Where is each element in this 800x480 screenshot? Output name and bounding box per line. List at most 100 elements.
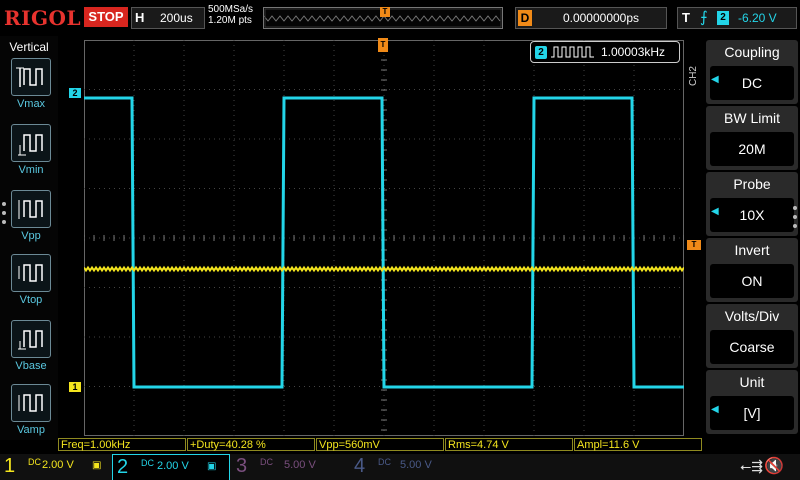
- delay-label: D: [518, 10, 532, 26]
- vertical-measure-panel: Vertical Vmax Vmin Vpp Vtop Vbase Vamp: [0, 36, 58, 440]
- channel-menu: Coupling DC ◀ BW Limit 20M Probe 10X ◀ I…: [704, 36, 800, 440]
- measure-label: Vbase: [15, 360, 47, 372]
- usb-icon: ⭠⇶: [740, 458, 763, 474]
- channel-coupling: DC: [260, 457, 273, 467]
- menu-value: 20M: [710, 132, 794, 166]
- channel-number: 4: [354, 455, 366, 477]
- rising-edge-icon: ⨍: [700, 9, 708, 26]
- trigger-level: -6.20 V: [738, 11, 777, 25]
- ch2-offset-marker[interactable]: 2: [69, 88, 81, 98]
- delay-value: 0.00000000ps: [562, 11, 640, 25]
- trigger-source: 2: [717, 11, 729, 25]
- brand-logo: RIGOL: [4, 6, 82, 30]
- counter-channel: 2: [535, 46, 547, 59]
- menu-unit[interactable]: Unit [V] ◀: [706, 370, 798, 434]
- measurement-results: Freq=1.00kHz +Duty=40.28 % Vpp=560mV Rms…: [58, 438, 704, 452]
- ch1-offset-marker[interactable]: 1: [69, 382, 81, 392]
- vamp-icon: [11, 384, 51, 422]
- channel-scale: 5.00 V: [284, 459, 316, 471]
- channel-2-status[interactable]: 2 DC 2.00 V ▣: [112, 454, 230, 480]
- channel-coupling: DC: [141, 458, 154, 468]
- channel-scale: 5.00 V: [400, 459, 432, 471]
- measure-vpp[interactable]: Vpp: [11, 190, 51, 242]
- horizontal-timebase-box[interactable]: H 200us: [131, 7, 205, 29]
- vmax-icon: [11, 58, 51, 96]
- vpp-icon: [11, 190, 51, 228]
- menu-title: Unit: [739, 374, 765, 390]
- channel-scale: 2.00 V: [157, 460, 189, 472]
- channel-coupling: DC: [378, 457, 391, 467]
- menu-channel-tag: CH2: [688, 66, 699, 87]
- delay-box[interactable]: D 0.00000000ps: [515, 7, 667, 29]
- menu-value: ON: [710, 264, 794, 298]
- measure-label: Vpp: [21, 230, 41, 242]
- horizontal-label: H: [135, 10, 145, 25]
- trigger-label: T: [682, 10, 690, 25]
- menu-probe[interactable]: Probe 10X ◀: [706, 172, 798, 236]
- channel-number: 3: [236, 455, 248, 477]
- menu-invert[interactable]: Invert ON: [706, 238, 798, 302]
- channel-1-status[interactable]: 1 DC 2.00 V ▣: [0, 454, 112, 480]
- measure-label: Vmin: [18, 164, 44, 176]
- left-arrow-icon: ◀: [711, 206, 719, 217]
- menu-title: Volts/Div: [724, 308, 780, 324]
- vmin-icon: [11, 124, 51, 162]
- left-arrow-icon: ◀: [711, 74, 719, 85]
- measure-result[interactable]: Rms=4.74 V: [445, 438, 573, 451]
- speaker-muted-icon[interactable]: 🔇: [764, 456, 784, 476]
- menu-title: Coupling: [724, 44, 780, 60]
- measure-vmin[interactable]: Vmin: [11, 124, 51, 176]
- vtop-icon: [11, 254, 51, 292]
- menu-value: Coarse: [710, 330, 794, 364]
- menu-title: Invert: [734, 242, 770, 258]
- channel-number: 2: [117, 456, 129, 478]
- trigger-box[interactable]: T ⨍ 2 -6.20 V: [677, 7, 797, 29]
- menu-value: [V]: [710, 396, 794, 430]
- measure-label: Vmax: [16, 98, 46, 110]
- channel-number: 1: [4, 455, 16, 477]
- frequency-counter: 2 1.00003kHz: [530, 41, 680, 63]
- run-stop-indicator[interactable]: STOP: [84, 7, 128, 27]
- top-status-bar: RIGOL STOP H 200us 500MSa/s 1.20M pts T …: [0, 0, 800, 36]
- measure-label: Vtop: [19, 294, 43, 306]
- measure-vmax[interactable]: Vmax: [11, 58, 51, 110]
- menu-title: Probe: [733, 176, 771, 192]
- menu-title: BW Limit: [724, 110, 780, 126]
- menu-page-dots: [793, 206, 798, 233]
- acquisition-info: 500MSa/s 1.20M pts: [208, 4, 253, 26]
- channel-3-status[interactable]: 3 DC 5.00 V: [232, 454, 348, 480]
- page-dots: [2, 202, 7, 229]
- timebase-value: 200us: [160, 11, 193, 25]
- ch2-waveform: [84, 96, 684, 389]
- menu-coupling[interactable]: Coupling DC ◀: [706, 40, 798, 104]
- waveform-grid[interactable]: [84, 40, 684, 436]
- left-arrow-icon: ◀: [711, 404, 719, 415]
- menu-value: 10X: [710, 198, 794, 232]
- measure-vbase[interactable]: Vbase: [11, 320, 51, 372]
- menu-volts-div[interactable]: Volts/Div Coarse: [706, 304, 798, 368]
- panel-title: Vertical: [9, 40, 49, 54]
- menu-bw-limit[interactable]: BW Limit 20M: [706, 106, 798, 170]
- measure-vtop[interactable]: Vtop: [11, 254, 51, 306]
- trigger-position-marker[interactable]: T: [378, 38, 388, 52]
- measure-vamp[interactable]: Vamp: [11, 384, 51, 436]
- vbase-icon: [11, 320, 51, 358]
- memory-depth: 1.20M pts: [208, 15, 252, 26]
- measure-result[interactable]: Freq=1.00kHz: [58, 438, 186, 451]
- channel-scale: 2.00 V: [42, 459, 74, 471]
- measure-result[interactable]: +Duty=40.28 %: [187, 438, 315, 451]
- bw-limit-icon: ▣: [92, 460, 102, 471]
- measure-result[interactable]: Vpp=560mV: [316, 438, 444, 451]
- trigger-level-marker[interactable]: T: [687, 240, 701, 250]
- counter-value: 1.00003kHz: [601, 45, 666, 59]
- memory-timeline[interactable]: T: [263, 7, 503, 29]
- timeline-trigger-marker: T: [380, 7, 390, 17]
- channel-coupling: DC: [28, 457, 41, 467]
- channel-4-status[interactable]: 4 DC 5.00 V: [350, 454, 466, 480]
- square-wave-icon: [551, 46, 594, 58]
- measure-result[interactable]: Ampl=11.6 V: [574, 438, 702, 451]
- measure-label: Vamp: [17, 424, 45, 436]
- sample-rate: 500MSa/s: [208, 4, 254, 15]
- channel-status-bar: 1 DC 2.00 V ▣ 2 DC 2.00 V ▣ 3 DC 5.00 V …: [0, 454, 800, 480]
- menu-value: DC: [710, 66, 794, 100]
